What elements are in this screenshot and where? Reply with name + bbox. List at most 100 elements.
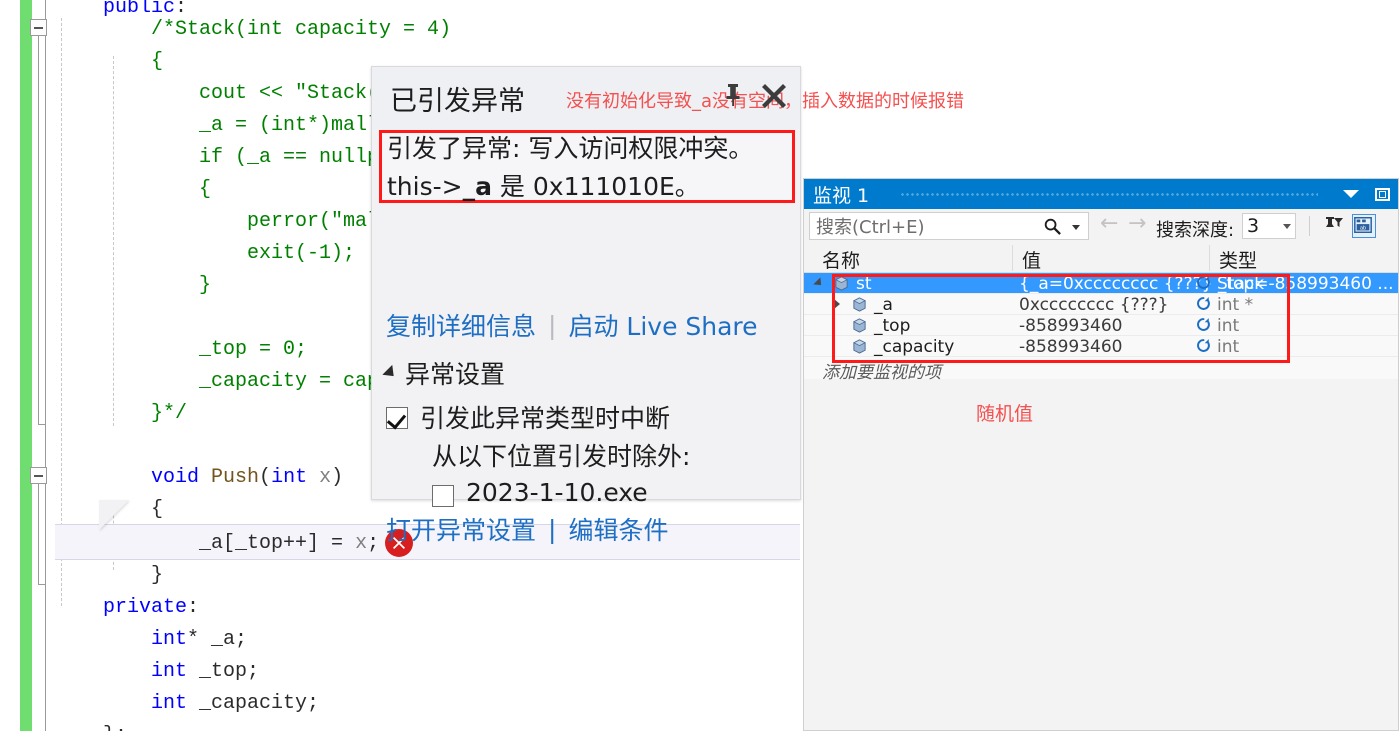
code-token: ( bbox=[259, 466, 272, 489]
watch-row[interactable]: st {_a=0xcccccccc {???} _top=-858993460 .… bbox=[804, 273, 1398, 294]
search-icon[interactable] bbox=[1043, 217, 1062, 241]
toolbar-separator bbox=[1309, 216, 1310, 236]
code-token: _top; bbox=[187, 660, 260, 683]
column-header-value[interactable]: 值 bbox=[1022, 246, 1041, 273]
exception-settings-links[interactable]: 打开异常设置 | 编辑条件 bbox=[386, 511, 668, 547]
exe-exclusion-row[interactable]: 2023-1-10.exe bbox=[432, 477, 690, 507]
watch-row-value[interactable]: 0xcccccccc {???} bbox=[1019, 295, 1168, 315]
watch-column-headers[interactable]: 名称 值 类型 bbox=[804, 243, 1398, 273]
search-depth-input[interactable]: 3 bbox=[1242, 213, 1296, 239]
exception-message-line2: this->_a 是 0x111010E。 bbox=[387, 168, 907, 206]
code-token: ; bbox=[367, 532, 380, 555]
exception-title: 已引发异常 bbox=[390, 85, 525, 117]
except-when-thrown-label: 从以下位置引发时除外: bbox=[432, 442, 691, 471]
refresh-icon[interactable] bbox=[1196, 338, 1211, 358]
column-divider[interactable] bbox=[1209, 245, 1210, 271]
link-separator: | bbox=[548, 514, 557, 544]
window-restore-icon[interactable] bbox=[1375, 187, 1390, 201]
exception-message-address: 是 0x111010E。 bbox=[491, 172, 700, 201]
watch-row-value[interactable]: -858993460 bbox=[1019, 316, 1122, 336]
watch-row-name[interactable]: st bbox=[856, 274, 872, 294]
code-token: exit(-1); bbox=[55, 242, 356, 265]
pin-icon[interactable] bbox=[724, 82, 742, 113]
pin-filter-icon[interactable] bbox=[1322, 214, 1346, 238]
code-token: int bbox=[151, 660, 188, 683]
code-line[interactable]: } bbox=[55, 266, 211, 306]
search-prev-button[interactable]: ← bbox=[1100, 211, 1118, 236]
refresh-icon[interactable] bbox=[1196, 296, 1211, 316]
exception-message-text: 引发了异常: 写入访问权限冲突。 this->_a 是 0x111010E。 bbox=[387, 130, 907, 206]
refresh-icon[interactable] bbox=[1196, 317, 1211, 337]
code-token: }*/ bbox=[55, 402, 188, 425]
watch-row[interactable]: _capacity -858993460 int bbox=[804, 336, 1398, 357]
triangle-expander-icon[interactable] bbox=[382, 364, 399, 382]
watch-drag-dots[interactable] bbox=[900, 192, 1318, 197]
break-on-exception-checkbox[interactable] bbox=[386, 407, 408, 429]
refresh-icon[interactable] bbox=[1196, 275, 1211, 295]
watch-row-type: int bbox=[1217, 316, 1240, 336]
copy-details-link[interactable]: 复制详细信息 bbox=[386, 307, 536, 343]
watch-add-item-row[interactable]: 添加要监视的项 bbox=[804, 357, 1398, 383]
exception-settings-section[interactable]: 异常设置 引发此异常类型时中断 从以下位置引发时除外: 2023-1-10.ex… bbox=[382, 355, 691, 507]
link-separator: | bbox=[548, 310, 557, 340]
watch-search-input[interactable]: 搜索(Ctrl+E) bbox=[809, 212, 1089, 240]
code-token: /*Stack(int capacity = 4) bbox=[55, 18, 452, 41]
watch-row[interactable]: _a 0xcccccccc {???} int * bbox=[804, 294, 1398, 315]
search-options-caret-icon[interactable] bbox=[1072, 225, 1080, 230]
code-token: x bbox=[355, 532, 368, 555]
code-token: _top = 0; bbox=[55, 338, 308, 361]
watch-toolbar[interactable]: 搜索(Ctrl+E) ← → 搜索深度: 3 ab bbox=[804, 209, 1398, 243]
search-depth-label: 搜索深度: bbox=[1156, 220, 1235, 241]
watch-row-name[interactable]: _capacity bbox=[874, 337, 954, 357]
watch-row[interactable]: _top -858993460 int bbox=[804, 315, 1398, 336]
svg-text:ab: ab bbox=[1360, 226, 1366, 232]
column-header-type[interactable]: 类型 bbox=[1219, 246, 1257, 273]
watch-search-placeholder: 搜索(Ctrl+E) bbox=[816, 217, 925, 238]
search-next-button[interactable]: → bbox=[1128, 211, 1146, 236]
chevron-down-icon[interactable] bbox=[1343, 190, 1359, 198]
code-line[interactable]: }*/ bbox=[55, 394, 187, 434]
code-token: : bbox=[187, 596, 200, 619]
code-token: int bbox=[151, 628, 188, 651]
variable-field-icon bbox=[852, 339, 867, 354]
watch-row-value[interactable]: -858993460 bbox=[1019, 337, 1122, 357]
watch-row-name[interactable]: _top bbox=[874, 316, 910, 336]
code-token: int bbox=[271, 466, 308, 489]
close-icon[interactable] bbox=[760, 81, 788, 114]
exception-popup-header: 已引发异常 没有初始化导致_a没有空间，插入数据的时候报错 bbox=[372, 67, 964, 129]
start-live-share-link[interactable]: 启动 Live Share bbox=[568, 307, 757, 343]
hex-display-toggle-icon[interactable]: ab bbox=[1352, 214, 1376, 238]
watch-row-name[interactable]: _a bbox=[874, 295, 893, 315]
chevron-down-icon[interactable] bbox=[1283, 223, 1291, 229]
watch-row-type: int bbox=[1217, 337, 1240, 357]
variable-field-icon bbox=[834, 276, 849, 291]
column-divider[interactable] bbox=[1012, 245, 1013, 271]
exe-exclusion-checkbox[interactable] bbox=[432, 485, 454, 507]
code-token: { bbox=[55, 178, 212, 201]
code-token: * _a; bbox=[187, 628, 248, 651]
code-line[interactable]: }; bbox=[55, 716, 127, 731]
expander-collapse-icon[interactable] bbox=[813, 277, 825, 289]
break-on-exception-row[interactable]: 引发此异常类型时中断 bbox=[386, 399, 690, 435]
code-token: Push bbox=[211, 466, 260, 489]
watch-window[interactable]: 监视 1 搜索(Ctrl+E) ← → 搜索深度: 3 ab 名称 值 类型 s… bbox=[803, 178, 1399, 731]
exception-action-links[interactable]: 复制详细信息 | 启动 Live Share bbox=[386, 307, 758, 343]
column-header-name[interactable]: 名称 bbox=[822, 246, 860, 273]
break-on-exception-label: 引发此异常类型时中断 bbox=[420, 404, 671, 433]
variable-field-icon bbox=[852, 297, 867, 312]
exception-settings-header[interactable]: 异常设置 bbox=[382, 355, 690, 391]
edit-condition-link[interactable]: 编辑条件 bbox=[568, 511, 668, 547]
code-token: _a[_top++] = bbox=[55, 532, 356, 555]
open-exception-settings-link[interactable]: 打开异常设置 bbox=[386, 511, 536, 547]
code-token: private bbox=[103, 596, 188, 619]
expander-expand-icon[interactable] bbox=[834, 299, 840, 309]
exception-settings-label: 异常设置 bbox=[405, 360, 506, 389]
code-token: { bbox=[55, 50, 164, 73]
watch-row-type: int * bbox=[1217, 295, 1254, 315]
watch-rows-container[interactable]: st {_a=0xcccccccc {???} _top=-858993460 .… bbox=[804, 273, 1398, 357]
